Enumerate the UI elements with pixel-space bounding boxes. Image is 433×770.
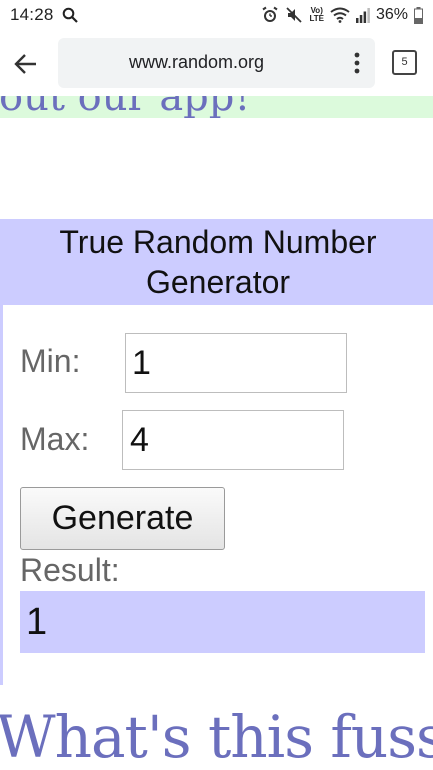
back-arrow-icon[interactable]: [12, 50, 40, 78]
max-label: Max:: [20, 421, 90, 457]
signal-icon: [355, 7, 370, 23]
status-bar: 14:28 Vo) LTE 36%: [0, 0, 433, 30]
browser-toolbar: www.random.org 5: [0, 30, 433, 96]
status-time: 14:28: [10, 5, 54, 24]
wifi-icon: [330, 7, 350, 23]
battery-icon: [414, 6, 423, 24]
address-bar[interactable]: www.random.org: [58, 38, 375, 88]
widget-title: True Random Number Generator: [0, 219, 433, 305]
result-label: Result:: [20, 552, 120, 588]
more-options-icon[interactable]: [353, 52, 361, 74]
alarm-icon: [261, 6, 279, 24]
min-input[interactable]: [125, 333, 347, 393]
result-value: 1: [20, 591, 425, 653]
generate-button[interactable]: Generate: [20, 487, 225, 550]
rng-widget: True Random Number Generator Min: Max: G…: [0, 219, 433, 685]
max-input[interactable]: [122, 410, 344, 470]
battery-percent: 36%: [375, 6, 408, 23]
phone-screen: 14:28 Vo) LTE 36% www.random.org 5 True …: [0, 0, 433, 770]
tab-switcher-button[interactable]: 5: [392, 50, 417, 75]
mute-icon: [285, 6, 303, 24]
app-promo-banner[interactable]: out our app!: [0, 96, 433, 118]
app-promo-text[interactable]: out our app!: [0, 96, 250, 118]
search-icon: [62, 7, 78, 23]
url-text[interactable]: www.random.org: [58, 52, 335, 73]
status-icons: Vo) LTE 36%: [261, 4, 423, 26]
section-heading: What's this fuss: [0, 703, 433, 770]
min-label: Min:: [20, 343, 81, 379]
volte-indicator: Vo) LTE: [309, 6, 324, 23]
